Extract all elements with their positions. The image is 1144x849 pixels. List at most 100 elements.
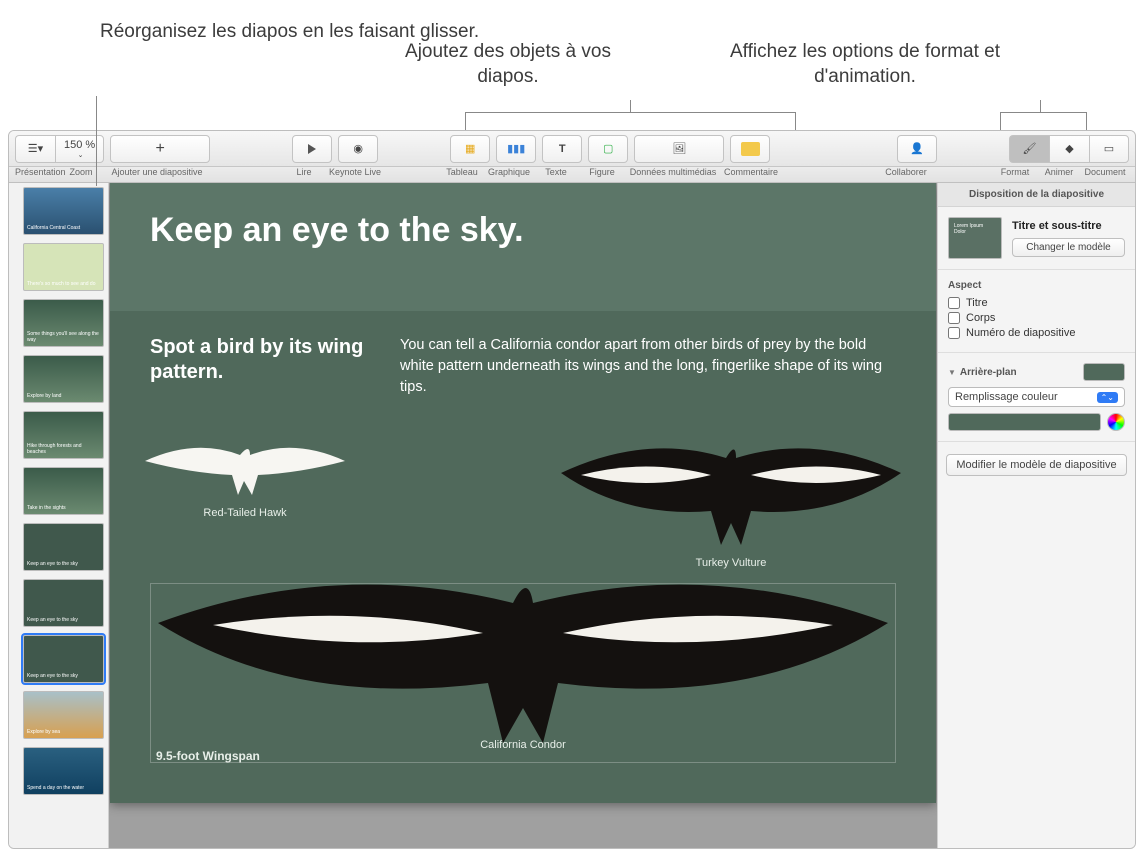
- slidenum-checkbox-row[interactable]: Numéro de diapositive: [948, 327, 1125, 339]
- collaborate-label: Collaborer: [879, 167, 933, 177]
- inspector-panel: Disposition de la diapositive Lorem Ipsu…: [937, 183, 1135, 848]
- thumb-caption: Hike through forests and beaches: [27, 443, 100, 455]
- plus-icon: +: [156, 144, 165, 154]
- list-icon: ☰▾: [28, 142, 43, 155]
- slide-navigator[interactable]: 1California Central Coast 2There's so muc…: [9, 183, 109, 848]
- leader-line: [1040, 100, 1041, 112]
- thumb-caption: Keep an eye to the sky: [27, 561, 78, 567]
- slide-thumb-8[interactable]: 8Keep an eye to the sky: [23, 579, 104, 627]
- slide-thumb-2[interactable]: 2There's so much to see and do: [23, 243, 104, 291]
- table-button[interactable]: ▦: [450, 135, 490, 163]
- leader-line: [1086, 112, 1087, 130]
- slide[interactable]: Keep an eye to the sky. Spot a bird by i…: [110, 183, 936, 803]
- thumb-caption: Some things you'll see along the way: [27, 331, 100, 343]
- callout-format-options: Affichez les options de format et d'anim…: [720, 40, 1010, 89]
- thumb-caption: Keep an eye to the sky: [27, 673, 78, 679]
- text-label: Texte: [533, 167, 579, 177]
- wingspan-label: 9.5-foot Wingspan: [156, 749, 260, 763]
- layout-preview-thumb: Lorem Ipsum Dolor: [948, 217, 1002, 259]
- body-checkbox[interactable]: [948, 312, 960, 324]
- format-tab-button[interactable]: 🖌: [1009, 135, 1049, 163]
- aspect-title: Aspect: [948, 280, 1125, 291]
- media-label: Données multimédias: [625, 167, 721, 177]
- shape-button[interactable]: ▢: [588, 135, 628, 163]
- hawk-silhouette-icon: [140, 433, 350, 503]
- title-checkbox[interactable]: [948, 297, 960, 309]
- thumb-caption: There's so much to see and do: [27, 281, 96, 287]
- comment-button[interactable]: ▬: [730, 135, 770, 163]
- shape-icon: ▢: [603, 142, 613, 155]
- leader-line: [630, 100, 631, 112]
- title-checkbox-row[interactable]: Titre: [948, 297, 1125, 309]
- slide-subheading[interactable]: Spot a bird by its wing pattern.: [150, 335, 370, 398]
- toolbar-labels: Présentation Zoom Ajouter une diapositiv…: [9, 167, 1135, 183]
- slide-title[interactable]: Keep an eye to the sky.: [150, 211, 896, 250]
- text-button[interactable]: T: [542, 135, 582, 163]
- color-wheel-button[interactable]: [1107, 413, 1125, 431]
- select-arrow-icon: ⌃⌄: [1097, 392, 1118, 403]
- edit-master-button[interactable]: Modifier le modèle de diapositive: [946, 454, 1127, 476]
- slide-thumb-9[interactable]: 9Keep an eye to the sky: [23, 635, 104, 683]
- bird-condor[interactable]: California Condor: [150, 563, 896, 751]
- bird-hawk[interactable]: Red-Tailed Hawk: [140, 433, 350, 519]
- slide-canvas-area[interactable]: Keep an eye to the sky. Spot a bird by i…: [109, 183, 937, 848]
- format-label: Format: [993, 167, 1037, 177]
- inspector-header: Disposition de la diapositive: [938, 183, 1135, 207]
- keynote-live-button[interactable]: ◉: [338, 135, 378, 163]
- view-zoom-group: ☰▾ 150 %⌄: [15, 135, 104, 163]
- document-icon: ▭: [1104, 142, 1114, 155]
- condor-silhouette-icon: [153, 563, 893, 753]
- layout-name: Titre et sous-titre: [1012, 220, 1125, 232]
- slide-thumb-3[interactable]: 3Some things you'll see along the way: [23, 299, 104, 347]
- chart-icon: ▮▮▮: [507, 142, 525, 155]
- animate-label: Animer: [1037, 167, 1081, 177]
- slide-thumb-7[interactable]: 7Keep an eye to the sky: [23, 523, 104, 571]
- diamond-icon: ◆: [1065, 142, 1073, 155]
- slide-paragraph[interactable]: You can tell a California condor apart f…: [400, 335, 896, 398]
- document-tab-button[interactable]: ▭: [1089, 135, 1129, 163]
- background-section: Arrière-plan Remplissage couleur ⌃⌄: [938, 353, 1135, 442]
- shape-label: Figure: [579, 167, 625, 177]
- color-swatch[interactable]: [948, 413, 1101, 431]
- slide-thumb-4[interactable]: 4Explore by land: [23, 355, 104, 403]
- slide-body: Spot a bird by its wing pattern. You can…: [110, 311, 936, 422]
- add-slide-button[interactable]: +: [110, 135, 210, 163]
- media-button[interactable]: 🖼: [634, 135, 724, 163]
- view-menu-button[interactable]: ☰▾: [15, 135, 55, 163]
- person-icon: 👤: [910, 142, 924, 155]
- media-icon: 🖼: [672, 142, 686, 155]
- toolbar: ☰▾ 150 %⌄ + ◉ ▦ ▮▮▮ T ▢ 🖼 ▬ 👤 🖌 ◆ ▭: [9, 131, 1135, 167]
- aspect-section: Aspect Titre Corps Numéro de diapositive: [938, 270, 1135, 353]
- background-color-well[interactable]: [1083, 363, 1125, 381]
- slidenum-checkbox[interactable]: [948, 327, 960, 339]
- bird-vulture[interactable]: Turkey Vulture: [556, 433, 906, 569]
- thumb-caption: Keep an eye to the sky: [27, 617, 78, 623]
- change-template-button[interactable]: Changer le modèle: [1012, 238, 1125, 257]
- play-button[interactable]: [292, 135, 332, 163]
- bird-condor-label: California Condor: [150, 739, 896, 751]
- chart-button[interactable]: ▮▮▮: [496, 135, 536, 163]
- slide-thumb-5[interactable]: 5Hike through forests and beaches: [23, 411, 104, 459]
- birds-area: Red-Tailed Hawk Turkey Vulture: [150, 453, 896, 763]
- leader-line: [1000, 112, 1086, 113]
- collaborate-button[interactable]: 👤: [897, 135, 937, 163]
- slide-thumb-11[interactable]: 11Spend a day on the water: [23, 747, 104, 795]
- vulture-silhouette-icon: [556, 433, 906, 553]
- layout-section: Lorem Ipsum Dolor Titre et sous-titre Ch…: [938, 207, 1135, 270]
- view-label: Présentation: [15, 167, 59, 177]
- leader-line: [96, 96, 97, 186]
- play-icon: [308, 144, 316, 154]
- background-title[interactable]: Arrière-plan: [948, 367, 1017, 378]
- thumb-caption: Take in the sights: [27, 505, 66, 511]
- slide-thumb-6[interactable]: 6Take in the sights: [23, 467, 104, 515]
- add-slide-label: Ajouter une diapositive: [103, 167, 211, 177]
- animate-tab-button[interactable]: ◆: [1049, 135, 1089, 163]
- play-label: Lire: [281, 167, 327, 177]
- body-checkbox-row[interactable]: Corps: [948, 312, 1125, 324]
- slide-thumb-10[interactable]: 10Explore by sea: [23, 691, 104, 739]
- keynote-live-label: Keynote Live: [327, 167, 383, 177]
- app-window: ☰▾ 150 %⌄ + ◉ ▦ ▮▮▮ T ▢ 🖼 ▬ 👤 🖌 ◆ ▭ Prés…: [8, 130, 1136, 849]
- slide-thumb-1[interactable]: 1California Central Coast: [23, 187, 104, 235]
- fill-type-select[interactable]: Remplissage couleur ⌃⌄: [948, 387, 1125, 407]
- callout-add-objects: Ajoutez des objets à vos diapos.: [378, 40, 638, 89]
